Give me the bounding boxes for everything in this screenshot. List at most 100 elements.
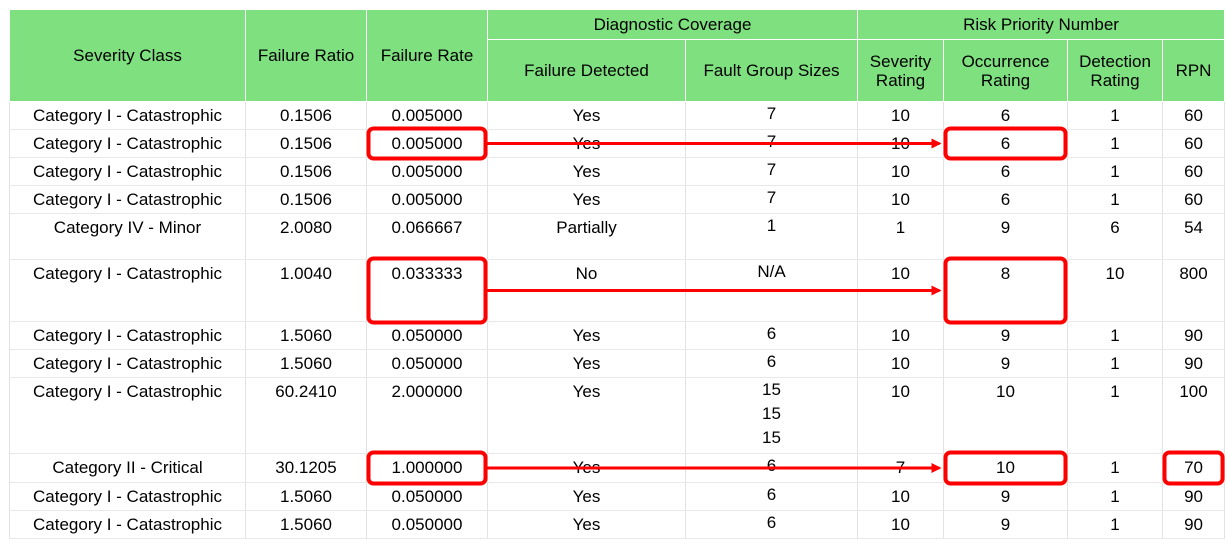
cell-detection-rating: 1 xyxy=(1067,185,1163,214)
cell-failure-ratio: 1.5060 xyxy=(245,510,367,539)
fault-group-size-value: 7 xyxy=(766,188,777,207)
cell-rpn: 90 xyxy=(1161,349,1226,378)
cell-failure-rate: 0.033333 xyxy=(366,259,488,322)
cell-severity-rating: 10 xyxy=(857,157,944,186)
cell-occurrence-rating: 6 xyxy=(943,157,1068,186)
cell-failure-detected: Yes xyxy=(487,321,686,350)
cell-failure-detected: Yes xyxy=(487,129,686,158)
header-fault-group-sizes[interactable]: Fault Group Sizes xyxy=(685,39,858,102)
cell-failure-rate: 0.005000 xyxy=(366,157,488,186)
cell-failure-detected: No xyxy=(487,259,686,322)
cell-failure-detected: Yes xyxy=(487,482,686,511)
table-row[interactable]: Category I - Catastrophic 0.1506 0.005000 Y… xyxy=(9,129,1226,158)
table-row[interactable]: Category I - Catastrophic 0.1506 0.005000 Y… xyxy=(9,101,1226,130)
cell-rpn: 800 xyxy=(1161,259,1226,322)
header-rpn[interactable]: RPN xyxy=(1161,39,1226,102)
cell-detection-rating: 1 xyxy=(1067,377,1163,454)
cell-failure-detected: Yes xyxy=(487,510,686,539)
table-row[interactable]: Category I - Catastrophic 1.5060 0.050000 Y… xyxy=(9,321,1226,350)
cell-severity-class: Category I - Catastrophic xyxy=(9,510,246,539)
cell-severity-rating: 10 xyxy=(857,377,944,454)
cell-severity-rating: 10 xyxy=(857,349,944,378)
table-row[interactable]: Category I - Catastrophic 0.1506 0.005000 Y… xyxy=(9,157,1226,186)
cell-detection-rating: 1 xyxy=(1067,510,1163,539)
cell-occurrence-rating: 9 xyxy=(943,213,1068,260)
header-failure-rate[interactable]: Failure Rate xyxy=(366,9,488,102)
cell-severity-rating: 10 xyxy=(857,185,944,214)
table-row[interactable]: Category I - Catastrophic 60.2410 2.000000… xyxy=(9,377,1226,454)
cell-occurrence-rating: 10 xyxy=(943,453,1068,483)
header-detection-rating[interactable]: Detection Rating xyxy=(1067,39,1163,102)
cell-severity-class: Category I - Catastrophic xyxy=(9,157,246,186)
table-row[interactable]: Category I - Catastrophic 0.1506 0.005000 Y… xyxy=(9,185,1226,214)
cell-detection-rating: 1 xyxy=(1067,349,1163,378)
cell-rpn: 90 xyxy=(1161,321,1226,350)
cell-occurrence-rating: 6 xyxy=(943,185,1068,214)
cell-failure-rate: 0.050000 xyxy=(366,482,488,511)
cell-failure-ratio: 60.2410 xyxy=(245,377,367,454)
cell-rpn: 54 xyxy=(1161,213,1226,260)
cell-severity-rating: 10 xyxy=(857,101,944,130)
cell-severity-rating: 10 xyxy=(857,482,944,511)
cell-detection-rating: 1 xyxy=(1067,321,1163,350)
table-row[interactable]: Category I - Catastrophic 1.5060 0.050000 Y… xyxy=(9,349,1226,378)
header-risk-priority-number: Risk Priority Number xyxy=(856,9,1226,40)
cell-failure-detected: Yes xyxy=(487,157,686,186)
cell-severity-class: Category IV - Minor xyxy=(9,213,246,260)
cell-failure-ratio: 30.1205 xyxy=(245,453,367,483)
fmea-table-view: Severity Class Failure Ratio Failure Rat… xyxy=(0,0,1227,554)
table-row[interactable]: Category I - Catastrophic 1.5060 0.050000 Y… xyxy=(9,510,1226,539)
cell-failure-rate: 0.005000 xyxy=(366,185,488,214)
cell-detection-rating: 6 xyxy=(1067,213,1163,260)
table-row[interactable]: Category IV - Minor 2.0080 0.066667 Partial… xyxy=(9,213,1226,260)
cell-rpn: 90 xyxy=(1161,482,1226,511)
cell-rpn: 70 xyxy=(1161,453,1226,483)
cell-fault-group-sizes: 7 xyxy=(685,101,858,130)
cell-fault-group-sizes: 6 xyxy=(685,510,858,539)
cell-failure-rate: 2.000000 xyxy=(366,377,488,454)
table-row[interactable]: Category II - Critical 30.1205 1.000000 Yes… xyxy=(9,453,1226,483)
cell-failure-ratio: 0.1506 xyxy=(245,129,367,158)
cell-failure-ratio: 0.1506 xyxy=(245,157,367,186)
cell-failure-rate: 0.005000 xyxy=(366,129,488,158)
cell-fault-group-sizes: 7 xyxy=(685,157,858,186)
cell-failure-rate: 0.050000 xyxy=(366,510,488,539)
header-failure-detected[interactable]: Failure Detected xyxy=(487,39,686,102)
fault-group-size-value: 15 xyxy=(762,404,781,423)
cell-occurrence-rating: 8 xyxy=(943,259,1068,322)
cell-failure-rate: 1.000000 xyxy=(366,453,488,483)
header-severity-rating[interactable]: Severity Rating xyxy=(857,39,944,102)
cell-severity-class: Category I - Catastrophic xyxy=(9,101,246,130)
fault-group-size-value: 6 xyxy=(766,456,777,475)
fault-group-size-value: 7 xyxy=(766,104,777,123)
header-severity-class[interactable]: Severity Class xyxy=(9,9,246,102)
cell-failure-ratio: 1.5060 xyxy=(245,321,367,350)
cell-fault-group-sizes: 6 xyxy=(685,453,858,483)
fault-group-size-value: 6 xyxy=(766,513,777,532)
fault-group-size-value: 7 xyxy=(766,160,777,179)
cell-rpn: 60 xyxy=(1161,185,1226,214)
table-row[interactable]: Category I - Catastrophic 1.5060 0.050000 Y… xyxy=(9,482,1226,511)
cell-failure-rate: 0.050000 xyxy=(366,321,488,350)
cell-fault-group-sizes: 1 xyxy=(685,213,858,260)
cell-severity-class: Category I - Catastrophic xyxy=(9,482,246,511)
cell-rpn: 90 xyxy=(1161,510,1226,539)
fault-group-size-value: 6 xyxy=(766,324,777,343)
cell-failure-ratio: 0.1506 xyxy=(245,185,367,214)
cell-failure-ratio: 2.0080 xyxy=(245,213,367,260)
cell-failure-ratio: 1.5060 xyxy=(245,482,367,511)
cell-detection-rating: 1 xyxy=(1067,101,1163,130)
cell-detection-rating: 10 xyxy=(1067,259,1163,322)
header-occurrence-rating[interactable]: Occurrence Rating xyxy=(943,39,1068,102)
header-failure-ratio[interactable]: Failure Ratio xyxy=(245,9,367,102)
cell-severity-rating: 1 xyxy=(857,213,944,260)
cell-failure-ratio: 1.5060 xyxy=(245,349,367,378)
cell-occurrence-rating: 9 xyxy=(943,349,1068,378)
cell-failure-rate: 0.050000 xyxy=(366,349,488,378)
cell-detection-rating: 1 xyxy=(1067,129,1163,158)
cell-severity-rating: 10 xyxy=(857,259,944,322)
cell-occurrence-rating: 9 xyxy=(943,510,1068,539)
cell-fault-group-sizes: N/A xyxy=(685,259,858,322)
table-body: Category I - Catastrophic 0.1506 0.005000 Y… xyxy=(9,101,1226,539)
table-row[interactable]: Category I - Catastrophic 1.0040 0.033333 N… xyxy=(9,259,1226,322)
